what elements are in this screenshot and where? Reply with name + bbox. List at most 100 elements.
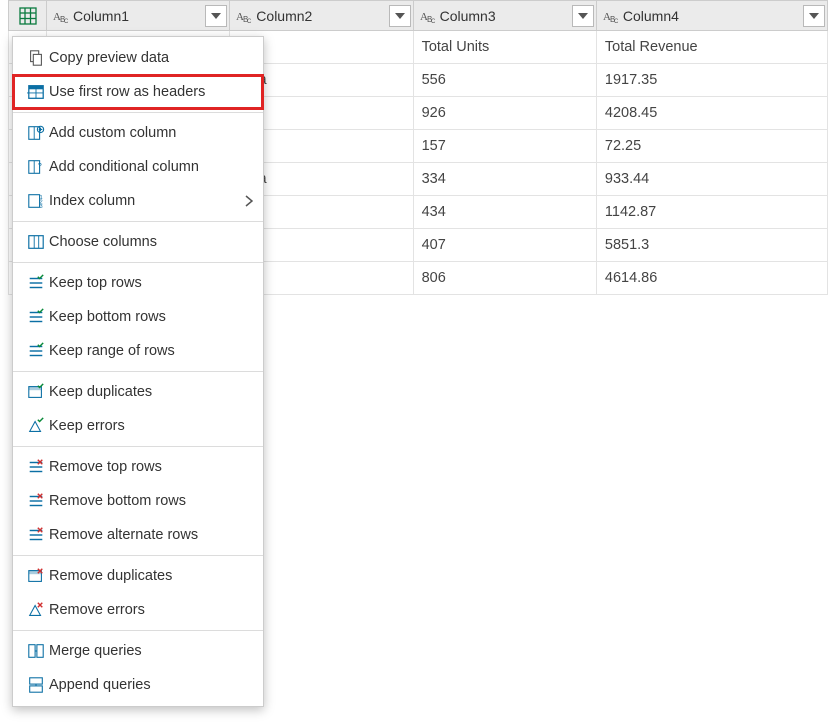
menu-item-add-custom-col[interactable]: Add custom column <box>13 116 263 150</box>
condcol-icon: ? <box>23 158 49 176</box>
column-header[interactable]: ABC Column3 <box>413 1 596 31</box>
menu-item-label: Index column <box>49 193 245 209</box>
table-context-menu: Copy preview data Use first row as header… <box>12 36 264 707</box>
keeprange-icon <box>23 342 49 360</box>
table-cell: 5851.3 <box>596 229 827 262</box>
column-filter-button[interactable] <box>205 5 227 27</box>
table-cell: 926 <box>413 97 596 130</box>
table-corner-button[interactable] <box>9 1 47 31</box>
menu-item-remove-bottom[interactable]: Remove bottom rows <box>13 484 263 518</box>
keeptop-icon <box>23 274 49 292</box>
table-cell: 72.25 <box>596 130 827 163</box>
menu-item-label: Add custom column <box>49 125 253 141</box>
menu-item-label: Add conditional column <box>49 159 253 175</box>
svg-text:C: C <box>431 19 436 24</box>
menu-item-label: Remove errors <box>49 602 253 618</box>
column-header[interactable]: ABC Column1 <box>47 1 230 31</box>
headers-icon <box>23 83 49 101</box>
menu-item-merge-queries[interactable]: Merge queries <box>13 634 263 668</box>
table-cell: 407 <box>413 229 596 262</box>
merge-icon <box>23 642 49 660</box>
menu-item-use-first-row[interactable]: Use first row as headers <box>13 75 263 109</box>
removebot-icon <box>23 492 49 510</box>
menu-item-copy-preview[interactable]: Copy preview data <box>13 41 263 75</box>
column-header-label: Column3 <box>440 8 592 24</box>
menu-separator <box>13 262 263 263</box>
table-cell: 806 <box>413 262 596 295</box>
svg-text:C: C <box>614 19 619 24</box>
chevron-right-icon <box>245 195 253 207</box>
menu-item-keep-range[interactable]: Keep range of rows <box>13 334 263 368</box>
column-filter-button[interactable] <box>389 5 411 27</box>
removetop-icon <box>23 458 49 476</box>
menu-item-label: Remove bottom rows <box>49 493 253 509</box>
menu-separator <box>13 555 263 556</box>
menu-item-remove-err[interactable]: Remove errors <box>13 593 263 627</box>
menu-item-label: Keep duplicates <box>49 384 253 400</box>
menu-item-choose-cols[interactable]: Choose columns <box>13 225 263 259</box>
table-cell: 157 <box>413 130 596 163</box>
menu-item-label: Append queries <box>49 677 253 693</box>
menu-item-label: Remove top rows <box>49 459 253 475</box>
menu-item-label: Use first row as headers <box>49 84 253 100</box>
menu-separator <box>13 630 263 631</box>
menu-separator <box>13 221 263 222</box>
menu-item-label: Merge queries <box>49 643 253 659</box>
text-type-icon: ABC <box>234 8 256 24</box>
indexcol-icon: 123 <box>23 192 49 210</box>
menu-item-label: Remove alternate rows <box>49 527 253 543</box>
menu-item-label: Copy preview data <box>49 50 253 66</box>
column-header-label: Column1 <box>73 8 225 24</box>
table-cell: 4208.45 <box>596 97 827 130</box>
menu-item-keep-bottom[interactable]: Keep bottom rows <box>13 300 263 334</box>
menu-item-label: Choose columns <box>49 234 253 250</box>
column-filter-button[interactable] <box>572 5 594 27</box>
table-cell: 1142.87 <box>596 196 827 229</box>
menu-item-append-queries[interactable]: Append queries <box>13 668 263 702</box>
menu-item-remove-dup[interactable]: Remove duplicates <box>13 559 263 593</box>
svg-text:C: C <box>247 19 252 24</box>
menu-item-keep-dup[interactable]: Keep duplicates <box>13 375 263 409</box>
svg-text:3: 3 <box>40 204 43 210</box>
keepdup-icon <box>23 383 49 401</box>
menu-item-label: Keep bottom rows <box>49 309 253 325</box>
menu-item-keep-top[interactable]: Keep top rows <box>13 266 263 300</box>
column-header[interactable]: ABC Column4 <box>596 1 827 31</box>
svg-text:C: C <box>64 19 69 24</box>
menu-separator <box>13 371 263 372</box>
table-cell: Total Units <box>413 31 596 64</box>
column-header-label: Column2 <box>256 8 408 24</box>
column-header-label: Column4 <box>623 8 823 24</box>
column-header[interactable]: ABC Column2 <box>230 1 413 31</box>
table-cell: 556 <box>413 64 596 97</box>
append-icon <box>23 676 49 694</box>
menu-item-index-col[interactable]: 123Index column <box>13 184 263 218</box>
menu-separator <box>13 446 263 447</box>
menu-item-keep-err[interactable]: Keep errors <box>13 409 263 443</box>
menu-item-add-cond-col[interactable]: ? Add conditional column <box>13 150 263 184</box>
table-cell: 933.44 <box>596 163 827 196</box>
table-cell: 434 <box>413 196 596 229</box>
removealt-icon <box>23 526 49 544</box>
keepbot-icon <box>23 308 49 326</box>
menu-item-remove-alt[interactable]: Remove alternate rows <box>13 518 263 552</box>
column-filter-button[interactable] <box>803 5 825 27</box>
menu-item-label: Keep range of rows <box>49 343 253 359</box>
keeperr-icon <box>23 417 49 435</box>
menu-item-remove-top[interactable]: Remove top rows <box>13 450 263 484</box>
menu-item-label: Keep top rows <box>49 275 253 291</box>
text-type-icon: ABC <box>51 8 73 24</box>
addcol-icon <box>23 124 49 142</box>
svg-text:?: ? <box>38 161 42 170</box>
text-type-icon: ABC <box>418 8 440 24</box>
table-cell: 1917.35 <box>596 64 827 97</box>
menu-item-label: Remove duplicates <box>49 568 253 584</box>
removedup-icon <box>23 567 49 585</box>
copy-icon <box>23 49 49 67</box>
removeerr-icon <box>23 601 49 619</box>
table-cell: 334 <box>413 163 596 196</box>
table-cell: 4614.86 <box>596 262 827 295</box>
menu-item-label: Keep errors <box>49 418 253 434</box>
menu-separator <box>13 112 263 113</box>
text-type-icon: ABC <box>601 8 623 24</box>
